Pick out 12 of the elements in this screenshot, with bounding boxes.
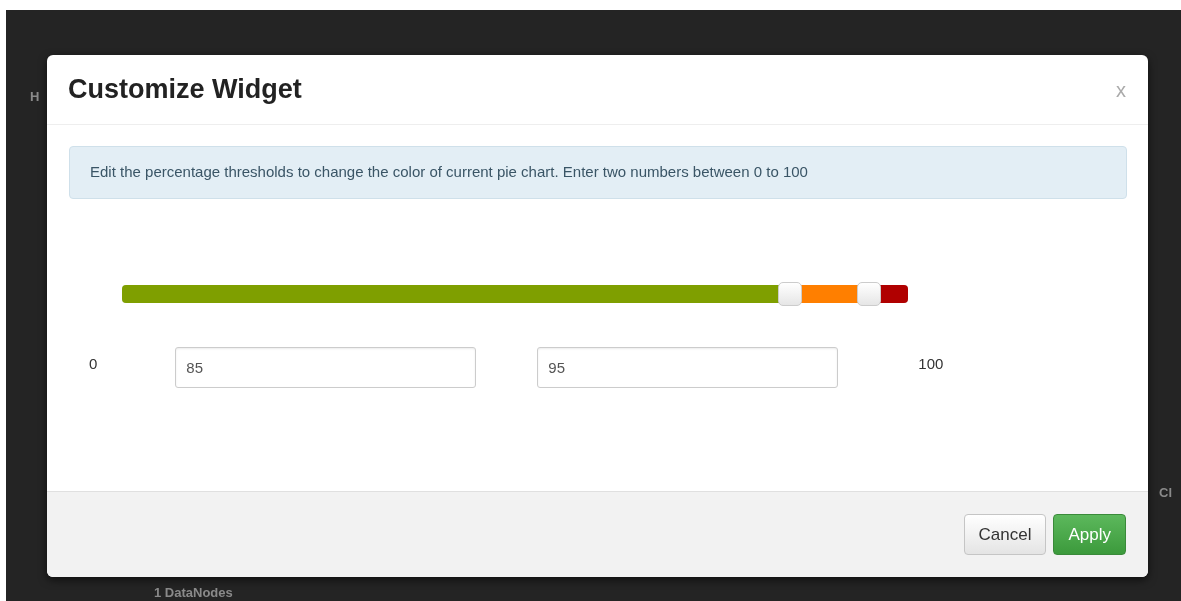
scale-label: 0 [89,353,98,374]
info-message: Edit the percentage thresholds to change the color of current pie chart. Enter two numbers between 0 to 100 [69,146,1127,199]
slider-handle[interactable] [856,281,881,306]
threshold-input[interactable]: 85 [175,346,477,388]
background-text: H [30,90,40,103]
background-text: 1 DataNodes [154,586,233,599]
cancel-button[interactable]: Cancel [963,514,1047,555]
dialog-title: Customize Widget [68,73,302,106]
background-text: Cl [1159,486,1172,499]
slider-handle[interactable] [778,281,803,306]
threshold-input[interactable]: 95 [537,346,839,388]
scale-label: 100 [918,353,944,374]
